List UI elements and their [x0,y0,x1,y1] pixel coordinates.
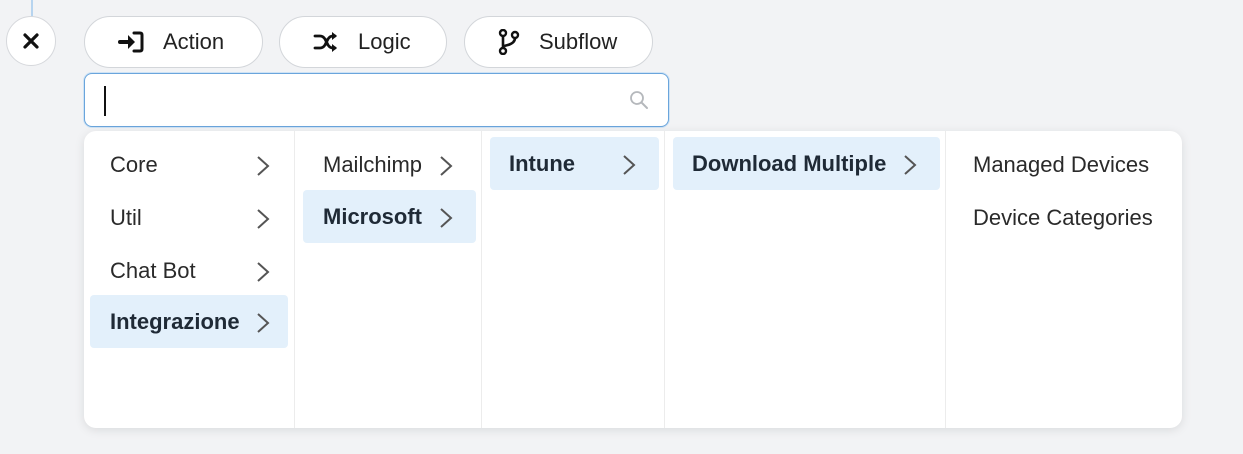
menu-column-integrations: Mailchimp Microsoft [294,131,481,428]
action-label: Action [163,29,225,54]
search-icon [630,91,648,109]
close-icon [23,33,39,49]
menu-column-microsoft: Intune [481,131,664,428]
menu-column-download-multiple: Managed Devices Device Categories [945,131,1182,428]
menu-item-label: Download Multiple [692,150,887,176]
menu-item-managed-devices[interactable]: Managed Devices [954,138,1179,191]
menu-item-core[interactable]: Core [90,138,282,191]
search-input[interactable] [101,82,605,120]
menu-item-integrazione[interactable]: Integrazione [90,295,288,348]
menu-item-label: Managed Devices [973,151,1150,177]
menu-item-download-multiple[interactable]: Download Multiple [673,137,940,190]
menu-item-intune[interactable]: Intune [490,137,659,190]
chevron-right-icon [257,312,270,333]
chevron-right-icon [623,154,636,175]
subflow-label: Subflow [539,29,618,54]
sign-in-icon [117,31,145,53]
menu-item-chat-bot[interactable]: Chat Bot [90,244,282,297]
menu-item-label: Device Categories [973,204,1153,230]
chevron-right-icon [257,261,270,282]
menu-item-mailchimp[interactable]: Mailchimp [303,138,476,191]
text-caret [104,86,106,116]
close-button[interactable] [6,16,56,66]
menu-column-intune: Download Multiple [664,131,945,428]
menu-item-label: Util [110,204,142,230]
code-branch-icon [495,29,523,55]
menu-item-device-categories[interactable]: Device Categories [954,191,1179,244]
cascade-menu: Core Util Chat Bot Integrazione Mailchim… [84,131,1182,428]
menu-item-label: Integrazione [110,308,240,334]
menu-item-label: Intune [509,150,575,176]
menu-item-label: Microsoft [323,203,422,229]
menu-item-label: Core [110,151,158,177]
chevron-right-icon [904,154,917,175]
menu-item-microsoft[interactable]: Microsoft [303,190,476,243]
menu-column-categories: Core Util Chat Bot Integrazione [84,131,294,428]
chevron-right-icon [440,207,453,228]
chevron-right-icon [257,155,270,176]
menu-item-util[interactable]: Util [90,191,282,244]
logic-button[interactable]: Logic [279,16,447,68]
logic-label: Logic [358,29,411,54]
search-box[interactable] [84,73,669,127]
menu-item-label: Chat Bot [110,257,196,283]
menu-item-label: Mailchimp [323,151,423,177]
shuffle-icon [312,31,340,53]
subflow-button[interactable]: Subflow [464,16,653,68]
chevron-right-icon [440,155,453,176]
action-button[interactable]: Action [84,16,263,68]
chevron-right-icon [257,208,270,229]
